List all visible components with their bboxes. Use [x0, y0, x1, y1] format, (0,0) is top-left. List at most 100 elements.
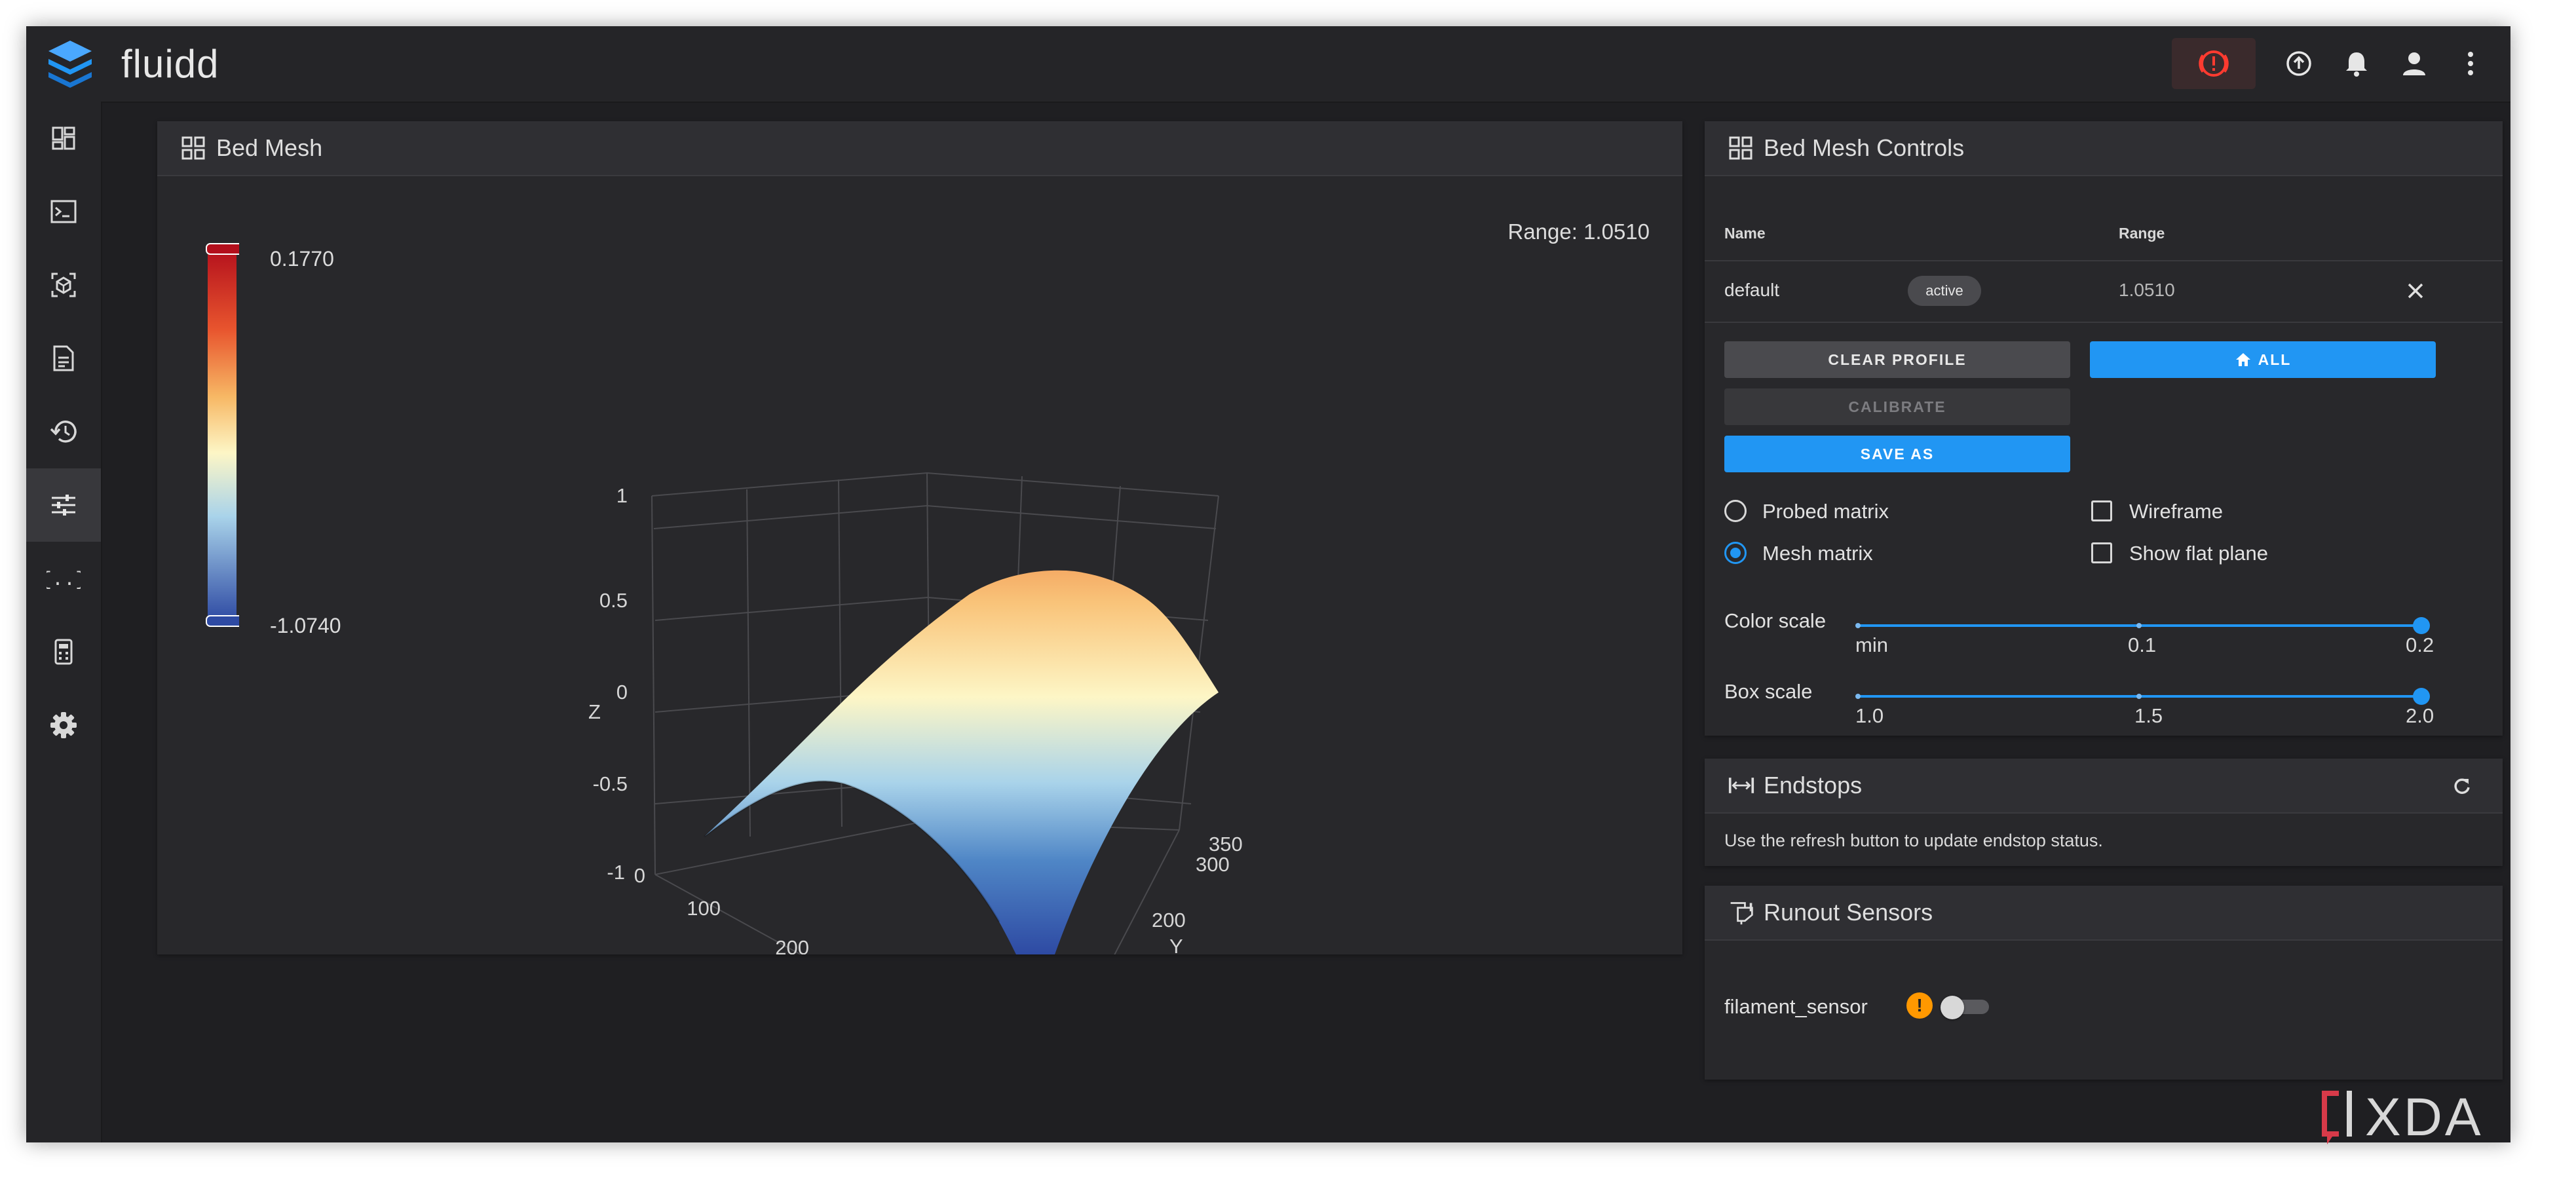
home-all-button[interactable]: ALL	[2090, 341, 2436, 378]
upload-button[interactable]	[2273, 38, 2324, 89]
nav-console[interactable]	[26, 175, 101, 248]
probed-matrix-radio[interactable]	[1724, 500, 1747, 522]
z-tick-label: -0.5	[593, 772, 628, 795]
bed-mesh-controls-card: Bed Mesh Controls Name Range default act…	[1705, 121, 2503, 736]
nav-printer[interactable]	[26, 248, 101, 322]
mesh-matrix-radio[interactable]	[1724, 542, 1747, 564]
more-menu-button[interactable]	[2445, 38, 2496, 89]
active-badge: active	[1908, 276, 1981, 306]
grid-icon	[1728, 135, 1754, 161]
bed-mesh-title: Bed Mesh	[216, 134, 323, 161]
box-scale-tick-mid: 1.5	[2134, 704, 2163, 727]
warning-icon: !	[1906, 992, 1933, 1019]
sensor-enable-toggle[interactable]	[1941, 996, 1990, 1019]
show-flat-plane-checkbox[interactable]	[2091, 542, 2112, 563]
wireframe-checkbox[interactable]	[2091, 500, 2112, 521]
y-tick-label: 200	[1152, 909, 1186, 932]
runout-sensors-card: Runout Sensors filament_sensor !	[1705, 886, 2503, 1080]
clear-profile-button[interactable]: CLEAR PROFILE	[1724, 341, 2070, 378]
profile-range: 1.0510	[2119, 280, 2175, 300]
color-scale-tick-mid: 0.1	[2128, 633, 2157, 656]
x-tick-label: 100	[687, 897, 721, 920]
refresh-icon[interactable]	[2453, 777, 2471, 795]
endstops-header: Endstops	[1705, 759, 2503, 814]
sensor-name: filament_sensor	[1724, 995, 1868, 1018]
nav-dashboard[interactable]	[26, 102, 101, 175]
navigation-sidebar: {..}	[26, 102, 102, 1142]
svg-text:XDA: XDA	[2365, 1087, 2484, 1147]
color-scale-thumb[interactable]	[2413, 617, 2430, 634]
jobs-icon	[53, 345, 74, 371]
x-tick-label: 200	[775, 936, 809, 954]
tune-icon	[52, 495, 75, 516]
bed-mesh-controls-title: Bed Mesh Controls	[1764, 134, 1965, 161]
emergency-stop-button[interactable]	[2172, 38, 2256, 89]
box-scale-label: Box scale	[1724, 680, 1813, 703]
endstops-card: Endstops Use the refresh button to updat…	[1705, 759, 2503, 866]
filament-sensor-icon	[1728, 899, 1754, 926]
show-flat-plane-label: Show flat plane	[2129, 542, 2268, 565]
save-as-button[interactable]: SAVE AS	[1724, 436, 2070, 472]
app-window: fluidd .. Bed Mesh Range: 1.0510 0.1770 …	[26, 26, 2510, 1142]
profile-row[interactable]: default active 1.0510	[1705, 261, 2503, 322]
calibrate-button[interactable]: CALIBRATE	[1724, 388, 2070, 425]
nav-settings[interactable]	[26, 688, 101, 762]
z-tick-label: -1	[607, 861, 625, 884]
history-icon	[50, 421, 77, 443]
bed-mesh-3d-plot[interactable]: 10.50-0.5-10100200300100200300350ZXY	[157, 175, 1682, 954]
z-tick-label: 1	[616, 484, 628, 507]
profile-name: default	[1724, 280, 1780, 300]
xda-watermark: XDA	[2313, 1084, 2548, 1156]
y-axis-label: Y	[1169, 935, 1183, 954]
dashboard-icon	[52, 126, 75, 150]
config-icon: {..}	[47, 569, 81, 592]
endstops-message: Use the refresh button to update endstop…	[1724, 831, 2103, 850]
nav-system[interactable]	[26, 615, 101, 688]
mesh-surface	[704, 570, 1219, 954]
nav-tune[interactable]	[26, 468, 101, 542]
account-button[interactable]	[2389, 38, 2440, 89]
app-bar: fluidd	[26, 26, 2510, 103]
emergency-stop-icon	[2199, 50, 2229, 77]
bed-mesh-card: Bed Mesh Range: 1.0510 0.1770 -1.0740 1 …	[157, 121, 1682, 954]
bell-icon	[2346, 52, 2367, 77]
home-all-label: ALL	[2258, 350, 2292, 368]
nav-history[interactable]	[26, 395, 101, 468]
column-header-range: Range	[2119, 225, 2165, 242]
runout-sensors-title: Runout Sensors	[1764, 899, 1933, 926]
bed-mesh-controls-header: Bed Mesh Controls	[1705, 121, 2503, 176]
z-axis-label: Z	[588, 700, 601, 723]
console-icon	[50, 200, 77, 223]
close-icon[interactable]	[2406, 281, 2425, 301]
runout-sensors-header: Runout Sensors	[1705, 886, 2503, 941]
color-scale-tick-min: min	[1855, 633, 1888, 656]
x-tick-label: 0	[634, 864, 645, 887]
svg-text:{..}: {..}	[47, 569, 81, 592]
upload-icon	[2286, 51, 2311, 76]
nav-config[interactable]: {..}	[26, 542, 101, 615]
grid-icon	[181, 135, 207, 161]
wireframe-label: Wireframe	[2129, 500, 2223, 523]
printer-icon	[51, 273, 76, 297]
app-title: fluidd	[121, 42, 219, 86]
notifications-button[interactable]	[2331, 38, 2382, 89]
column-header-name: Name	[1724, 225, 1766, 242]
box-scale-thumb[interactable]	[2413, 688, 2430, 705]
fluidd-logo[interactable]	[45, 38, 96, 90]
home-icon	[2235, 353, 2250, 366]
box-scale-tick-max: 2.0	[2406, 704, 2434, 727]
more-vert-icon	[2468, 52, 2473, 75]
account-icon	[2403, 52, 2425, 75]
settings-icon	[50, 712, 77, 738]
bed-mesh-header: Bed Mesh	[157, 121, 1682, 176]
box-scale-tick-min: 1.0	[1855, 704, 1884, 727]
nav-jobs[interactable]	[26, 322, 101, 395]
mesh-matrix-label: Mesh matrix	[1762, 542, 1873, 565]
probed-matrix-label: Probed matrix	[1762, 500, 1889, 523]
endstop-icon	[1728, 772, 1754, 799]
xda-logo-icon: XDA	[2322, 1087, 2484, 1147]
color-scale-label: Color scale	[1724, 609, 1827, 632]
y-tick-label: 350	[1209, 833, 1243, 856]
system-icon	[54, 639, 73, 665]
endstops-title: Endstops	[1764, 772, 1863, 799]
